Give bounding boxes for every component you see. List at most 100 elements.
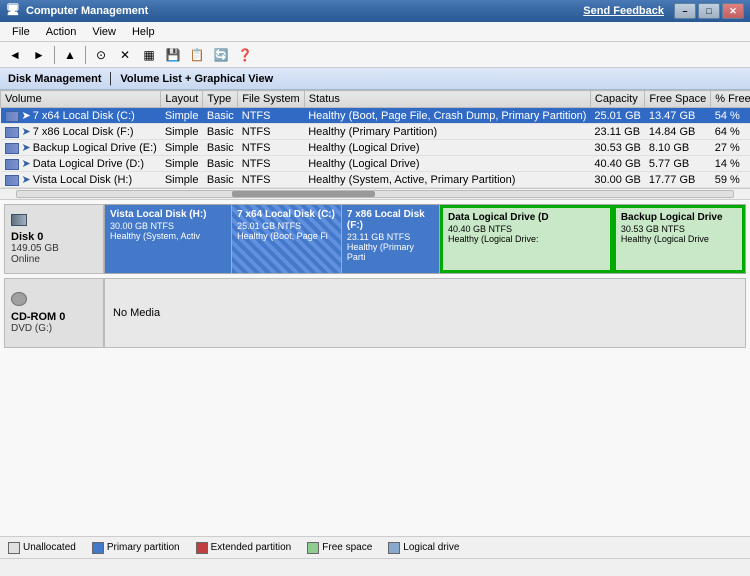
- scrollbar-thumb[interactable]: [232, 191, 375, 197]
- menu-help[interactable]: Help: [124, 22, 163, 41]
- section-left: Disk Management: [8, 73, 102, 85]
- cell-volume: ➤Data Logical Drive (D:): [1, 156, 161, 172]
- col-type: Type: [203, 91, 238, 108]
- toolbar-properties[interactable]: ▦: [138, 45, 160, 65]
- disk-label-cdrom: CD-ROM 0 DVD (G:): [4, 278, 104, 348]
- cell-status: Healthy (Boot, Page File, Crash Dump, Pr…: [304, 108, 590, 124]
- toolbar-forward[interactable]: ►: [28, 45, 50, 65]
- cell-type: Basic: [203, 124, 238, 140]
- legend-primary-box: [92, 542, 104, 554]
- legend: Unallocated Primary partition Extended p…: [0, 536, 750, 558]
- col-freespace: Free Space: [645, 91, 711, 108]
- cell-percentfree: 54 %: [711, 108, 750, 124]
- minimize-button[interactable]: –: [674, 3, 696, 19]
- cell-capacity: 30.00 GB: [590, 172, 644, 188]
- partition-status: Healthy (Boot, Page Fi: [237, 231, 336, 241]
- table-row[interactable]: ➤Backup Logical Drive (E:) Simple Basic …: [1, 140, 750, 156]
- cell-percentfree: 14 %: [711, 156, 750, 172]
- toolbar-sep-2: [85, 46, 86, 64]
- volume-table: Volume Layout Type File System Status Ca…: [0, 90, 750, 188]
- legend-extended-label: Extended partition: [211, 542, 292, 553]
- legend-unalloc-box: [8, 542, 20, 554]
- cell-freespace: 17.77 GB: [645, 172, 711, 188]
- cell-capacity: 40.40 GB: [590, 156, 644, 172]
- scrollbar-track[interactable]: [16, 190, 734, 198]
- cell-filesystem: NTFS: [238, 172, 304, 188]
- legend-logical-label: Logical drive: [403, 542, 459, 553]
- cell-filesystem: NTFS: [238, 108, 304, 124]
- restore-button[interactable]: □: [698, 3, 720, 19]
- disk-status-0: Online: [11, 254, 97, 265]
- partition-name: Vista Local Disk (H:): [110, 209, 226, 220]
- legend-free-box: [307, 542, 319, 554]
- legend-logical: Logical drive: [388, 542, 459, 554]
- app-icon: 🖥: [6, 3, 22, 19]
- partition-name: Data Logical Drive (D: [448, 212, 605, 223]
- toolbar-back[interactable]: ◄: [4, 45, 26, 65]
- window-title: Computer Management: [26, 5, 583, 17]
- section-divider: │: [108, 73, 115, 85]
- cell-type: Basic: [203, 156, 238, 172]
- table-row[interactable]: ➤7 x86 Local Disk (F:) Simple Basic NTFS…: [1, 124, 750, 140]
- horizontal-scrollbar[interactable]: [0, 188, 750, 200]
- partition-size: 30.53 GB NTFS: [621, 224, 737, 234]
- cell-percentfree: 64 %: [711, 124, 750, 140]
- legend-primary-label: Primary partition: [107, 542, 180, 553]
- legend-primary: Primary partition: [92, 542, 180, 554]
- col-layout: Layout: [161, 91, 203, 108]
- partition-status: Healthy (Logical Drive:: [448, 234, 605, 244]
- toolbar-copy[interactable]: 📋: [186, 45, 208, 65]
- cd-icon: [11, 292, 97, 311]
- cdrom-content: No Media: [104, 278, 746, 348]
- table-row[interactable]: ➤Data Logical Drive (D:) Simple Basic NT…: [1, 156, 750, 172]
- menu-view[interactable]: View: [84, 22, 124, 41]
- cell-volume: ➤Vista Local Disk (H:): [1, 172, 161, 188]
- send-feedback-link[interactable]: Send Feedback: [583, 5, 664, 17]
- cdrom-name: CD-ROM 0: [11, 311, 97, 323]
- cell-status: Healthy (Primary Partition): [304, 124, 590, 140]
- partition-size: 40.40 GB NTFS: [448, 224, 605, 234]
- partition[interactable]: Vista Local Disk (H:) 30.00 GB NTFS Heal…: [105, 205, 232, 273]
- partition[interactable]: Backup Logical Drive 30.53 GB NTFS Healt…: [613, 205, 745, 273]
- cell-status: Healthy (System, Active, Primary Partiti…: [304, 172, 590, 188]
- cell-percentfree: 27 %: [711, 140, 750, 156]
- partition-status: Healthy (Logical Drive: [621, 234, 737, 244]
- disk-view: Disk 0 149.05 GB Online Vista Local Disk…: [0, 200, 750, 536]
- menu-file[interactable]: File: [4, 22, 38, 41]
- partition[interactable]: 7 x64 Local Disk (C:) 25.01 GB NTFS Heal…: [232, 205, 342, 273]
- disk-row-cdrom: CD-ROM 0 DVD (G:) No Media: [4, 278, 746, 348]
- cell-type: Basic: [203, 108, 238, 124]
- cell-volume: ➤7 x64 Local Disk (C:): [1, 108, 161, 124]
- toolbar-help[interactable]: ❓: [234, 45, 256, 65]
- cdrom-no-media: No Media: [113, 307, 160, 319]
- cell-type: Basic: [203, 172, 238, 188]
- legend-unalloc-label: Unallocated: [23, 542, 76, 553]
- cell-percentfree: 59 %: [711, 172, 750, 188]
- disk-name-0: Disk 0: [11, 231, 97, 243]
- cell-freespace: 14.84 GB: [645, 124, 711, 140]
- table-row[interactable]: ➤Vista Local Disk (H:) Simple Basic NTFS…: [1, 172, 750, 188]
- toolbar-save[interactable]: 💾: [162, 45, 184, 65]
- close-button[interactable]: ✕: [722, 3, 744, 19]
- partition[interactable]: Data Logical Drive (D 40.40 GB NTFS Heal…: [440, 205, 613, 273]
- legend-extended-box: [196, 542, 208, 554]
- section-right: Volume List + Graphical View: [120, 73, 273, 85]
- toolbar-refresh[interactable]: 🔄: [210, 45, 232, 65]
- section-header: Disk Management │ Volume List + Graphica…: [0, 68, 750, 90]
- cell-status: Healthy (Logical Drive): [304, 156, 590, 172]
- toolbar-up[interactable]: ▲: [59, 45, 81, 65]
- toolbar-export[interactable]: ✕: [114, 45, 136, 65]
- disk-icon-0: [11, 214, 97, 231]
- partition-size: 30.00 GB NTFS: [110, 221, 226, 231]
- cell-filesystem: NTFS: [238, 156, 304, 172]
- cell-freespace: 13.47 GB: [645, 108, 711, 124]
- cdrom-drive: DVD (G:): [11, 323, 97, 334]
- legend-logical-box: [388, 542, 400, 554]
- partition-size: 23.11 GB NTFS: [347, 232, 434, 242]
- table-row[interactable]: ➤7 x64 Local Disk (C:) Simple Basic NTFS…: [1, 108, 750, 124]
- legend-free: Free space: [307, 542, 372, 554]
- partition[interactable]: 7 x86 Local Disk (F:) 23.11 GB NTFS Heal…: [342, 205, 440, 273]
- col-volume: Volume: [1, 91, 161, 108]
- menu-action[interactable]: Action: [38, 22, 85, 41]
- toolbar-show-hide[interactable]: ⊙: [90, 45, 112, 65]
